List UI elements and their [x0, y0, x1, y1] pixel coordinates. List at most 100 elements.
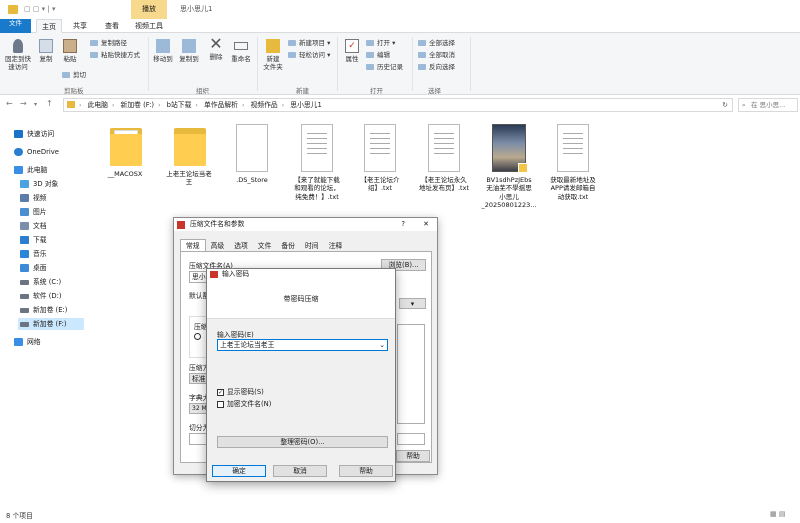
view-toggle-icons[interactable]: ▦ ▤ [770, 510, 785, 518]
text-file-icon [557, 124, 589, 172]
paste-shortcut-button[interactable]: 粘贴快捷方式 [90, 50, 140, 60]
pin-quick-access-button[interactable]: 固定到快 速访问 [4, 39, 32, 71]
winrar-icon [177, 221, 185, 229]
sidebar-item-documents[interactable]: 文档 [20, 220, 47, 232]
split-unit-dropdown[interactable] [397, 433, 425, 445]
file-item-folder[interactable]: 上老王论坛当老 王 [157, 124, 221, 187]
password-label: 输入密码(E) [217, 331, 254, 339]
file-item-text[interactable]: 【老王论坛介 绍】.txt [348, 124, 412, 193]
sidebar-item-this-pc[interactable]: 此电脑 [14, 164, 47, 176]
sidebar-item-onedrive[interactable]: OneDrive [14, 146, 59, 158]
cut-button[interactable]: 剪切 [62, 70, 86, 80]
sidebar-item-network[interactable]: 网络 [14, 336, 41, 348]
sidebar-item-drive-c[interactable]: 系统 (C:) [20, 276, 61, 288]
open-button[interactable]: 打开 ▾ [366, 38, 395, 48]
ribbon: 固定到快 速访问 复制 粘贴 复制路径 粘贴快捷方式 剪切 剪贴板 移动到 复制… [0, 33, 800, 95]
breadcrumb-item[interactable]: b站下载 [167, 99, 192, 111]
rename-button[interactable]: 重命名 [230, 39, 252, 63]
file-item-text[interactable]: 【来了就能下载 和观看的论坛， 纯免费！】.txt [285, 124, 349, 201]
copy-button[interactable]: 复制 [36, 39, 56, 63]
password-input[interactable]: 上老王论坛当老王 ⌄ [217, 339, 388, 351]
organize-passwords-button[interactable]: 整理密码(O)... [217, 436, 388, 448]
chevron-down-icon[interactable]: ⌄ [379, 340, 385, 350]
tab-view[interactable]: 查看 [98, 19, 126, 33]
select-none-button[interactable]: 全部取消 [418, 50, 455, 60]
invert-selection-button[interactable]: 反向选择 [418, 62, 455, 72]
sidebar-item-downloads[interactable]: 下载 [20, 234, 47, 246]
breadcrumb-item[interactable]: 思小思儿1 [290, 99, 322, 111]
file-item-video[interactable]: BV1sdhPzJEbs 无油芜不學揺思 小思儿 _20250801223... [477, 124, 541, 209]
sidebar-item-drive-d[interactable]: 软件 (D:) [20, 290, 62, 302]
up-icon[interactable]: ↑ [46, 99, 53, 108]
history-button[interactable]: 历史记录 [366, 62, 403, 72]
ribbon-divider [412, 37, 413, 91]
sidebar-item-drive-f[interactable]: 新加卷 (F:) [18, 318, 84, 330]
encrypt-filenames-checkbox[interactable]: 加密文件名(N) [217, 400, 271, 409]
sidebar-item-label: 下载 [33, 236, 47, 244]
quick-access-toolbar[interactable]: ▢ ▢ ▾ | ▾ [24, 5, 64, 14]
breadcrumb-item[interactable]: 此电脑 [88, 99, 108, 111]
dialog-title-bar: 输入密码 [207, 269, 395, 280]
file-name: .DS_Store [236, 176, 268, 184]
file-item-text[interactable]: 获取最新地址及 APP请发邮箱自 动获取.txt [541, 124, 605, 201]
search-input[interactable]: ⌕ 在 思小思... [738, 98, 798, 112]
document-icon [20, 222, 29, 230]
paste-button[interactable]: 粘贴 [60, 39, 80, 63]
breadcrumb-item[interactable]: 新加卷 (F:) [121, 99, 155, 111]
refresh-icon[interactable]: ↻ [722, 99, 728, 111]
sidebar-item-label: OneDrive [27, 148, 59, 156]
sidebar-item-desktop[interactable]: 桌面 [20, 262, 47, 274]
cancel-button[interactable]: 取消 [273, 465, 327, 477]
easy-access-button[interactable]: 轻松访问 ▾ [288, 50, 330, 60]
sidebar-item-quick-access[interactable]: 快速访问 [14, 128, 54, 140]
select-all-button[interactable]: 全部选择 [418, 38, 455, 48]
drive-icon [20, 280, 29, 285]
help-button[interactable]: 帮助 [339, 465, 393, 477]
edit-button[interactable]: 编辑 [366, 50, 390, 60]
sidebar-item-label: 文档 [33, 222, 47, 230]
sidebar-item-pictures[interactable]: 图片 [20, 206, 47, 218]
tab-share[interactable]: 共享 [66, 19, 94, 33]
move-to-button[interactable]: 移动到 [152, 39, 174, 63]
copy-to-button[interactable]: 复制到 [178, 39, 200, 63]
ok-button[interactable]: 确定 [212, 465, 266, 477]
options-panel [397, 324, 425, 424]
copy-path-button[interactable]: 复制路径 [90, 38, 127, 48]
address-bar[interactable]: › 此电脑 › 新加卷 (F:) › b站下载 › 单作品解析 › 视频作品 › 思小思儿… [63, 98, 733, 112]
delete-button[interactable]: ✕ 删除 [206, 36, 226, 62]
recent-locations-icon[interactable]: ▾ [34, 101, 37, 108]
file-name: 【老王论坛介 绍】.txt [360, 176, 400, 193]
close-icon[interactable]: ✕ [423, 218, 429, 231]
properties-button[interactable]: ✓ 属性 [342, 39, 362, 63]
tab-file[interactable]: 文件 [0, 19, 31, 33]
tab-video-tools[interactable]: 视频工具 [131, 19, 167, 33]
sidebar-item-label: 此电脑 [27, 166, 48, 174]
file-item-text[interactable]: 【老王论坛永久 地址发布页】.txt [412, 124, 476, 193]
file-item-document[interactable]: .DS_Store [220, 124, 284, 184]
drive-icon [20, 294, 29, 299]
dialog-title-bar: 压缩文件名和参数 ? ✕ [174, 218, 437, 231]
ribbon-divider [337, 37, 338, 91]
sidebar-item-videos[interactable]: 视频 [20, 192, 47, 204]
breadcrumb-item[interactable]: 视频作品 [251, 99, 278, 111]
new-folder-button[interactable]: 新建 文件夹 [260, 39, 286, 71]
search-placeholder: 在 思小思... [751, 101, 786, 109]
archive-help-button[interactable]: 帮助 [396, 450, 430, 462]
format-radio[interactable] [194, 333, 201, 340]
new-item-button[interactable]: 新建项目 ▾ [288, 38, 330, 48]
pin-label: 固定到快 速访问 [5, 55, 31, 71]
default-profile-dropdown[interactable]: ▾ [399, 298, 426, 309]
sidebar-item-music[interactable]: 音乐 [20, 248, 47, 260]
file-item-folder[interactable]: __MACOSX [93, 124, 157, 178]
tab-general[interactable]: 常规 [180, 239, 206, 251]
tab-home[interactable]: 主页 [36, 19, 62, 33]
help-icon[interactable]: ? [401, 218, 405, 231]
sidebar-item-3d-objects[interactable]: 3D 对象 [20, 178, 58, 190]
breadcrumb-item[interactable]: 单作品解析 [204, 99, 238, 111]
ribbon-divider [257, 37, 258, 91]
forward-icon[interactable]: → [20, 99, 27, 108]
sidebar-item-label: 桌面 [33, 264, 47, 272]
show-password-checkbox[interactable]: ✓ 显示密码(S) [217, 388, 264, 397]
back-icon[interactable]: ← [6, 99, 13, 108]
sidebar-item-drive-e[interactable]: 新加卷 (E:) [20, 304, 67, 316]
